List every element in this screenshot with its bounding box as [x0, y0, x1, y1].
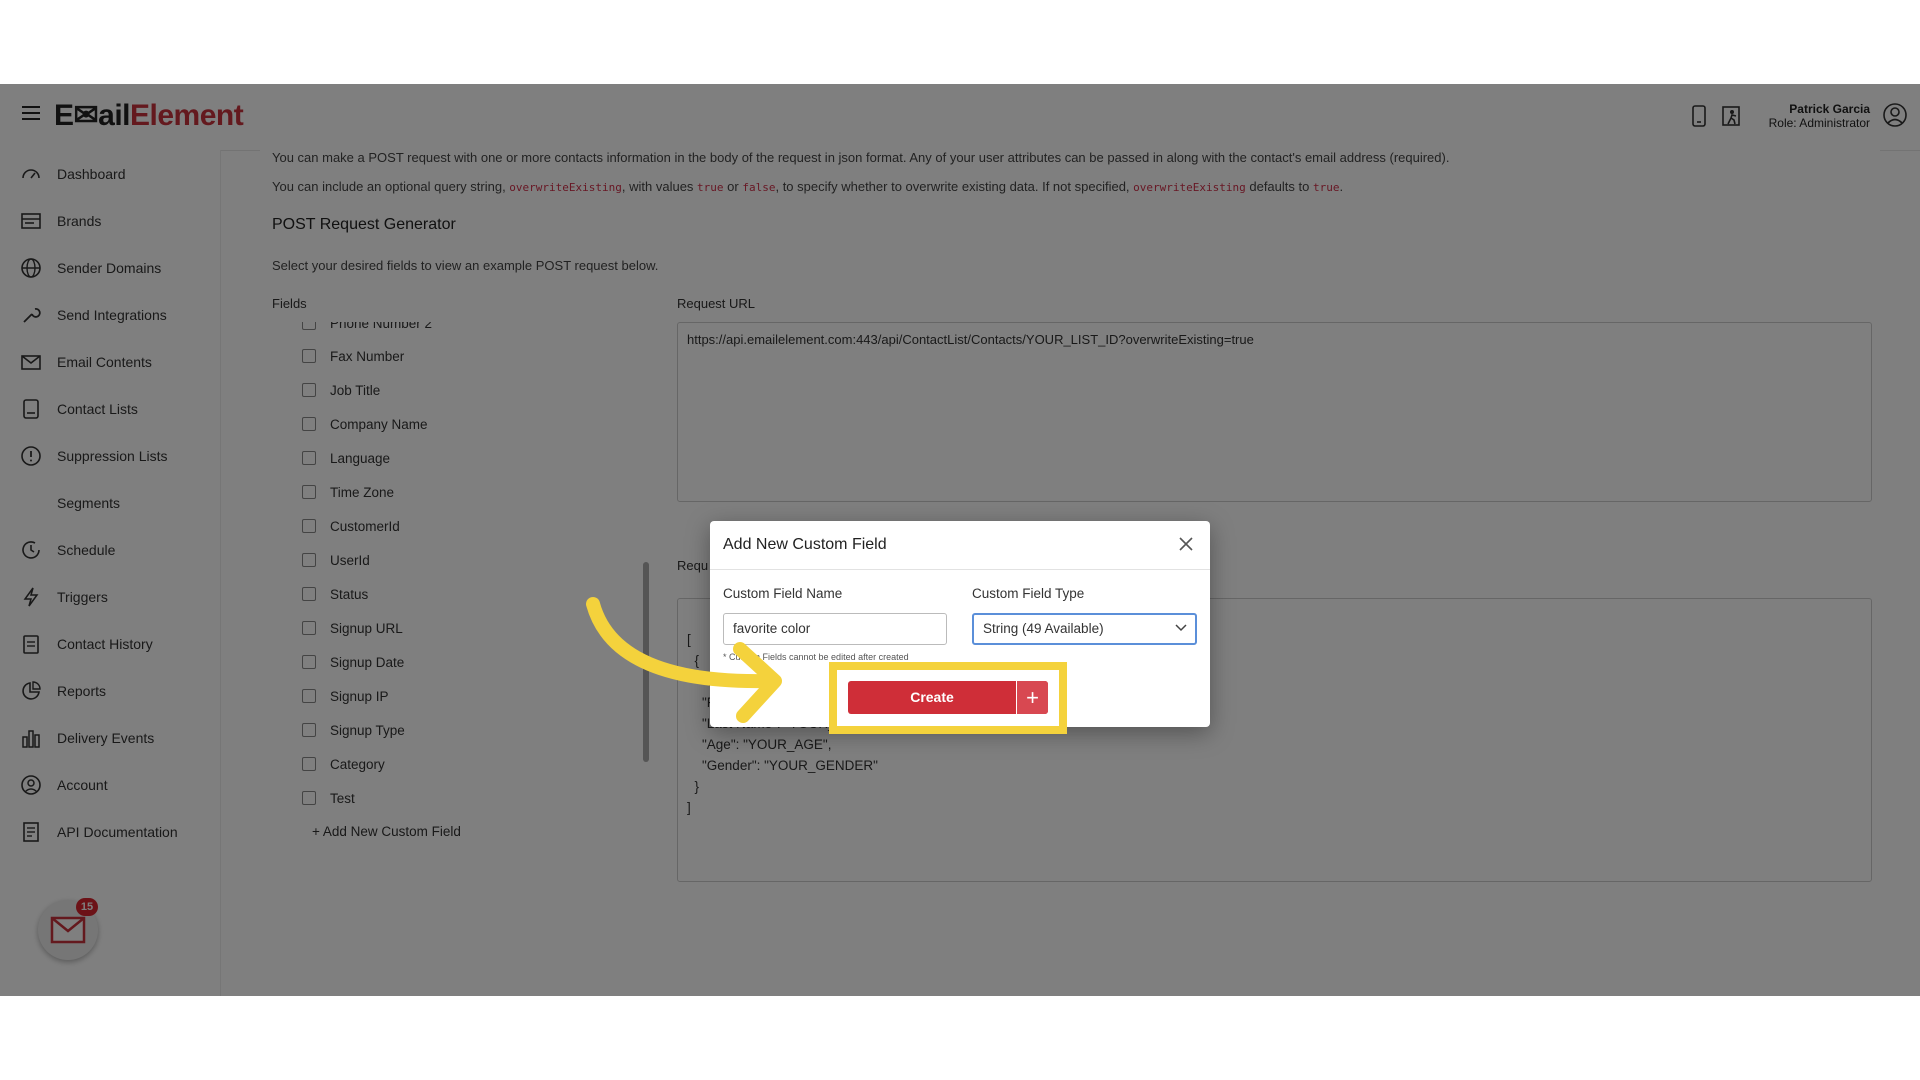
modal-title: Add New Custom Field	[723, 536, 887, 553]
create-button-label: Create	[910, 689, 954, 705]
selected-type: String (49 Available)	[983, 621, 1104, 636]
close-icon[interactable]	[1178, 536, 1194, 552]
app-window: E✉ailElement Patrick Garcia Role: Admini…	[0, 84, 1920, 996]
plus-icon: +	[1016, 681, 1048, 714]
custom-field-type-select[interactable]: String (49 Available)	[972, 613, 1197, 645]
chevron-down-icon	[1175, 624, 1187, 632]
custom-field-type-label: Custom Field Type	[972, 586, 1085, 601]
modal-header: Add New Custom Field	[710, 521, 1210, 570]
yellow-arrow-icon	[586, 597, 782, 723]
create-button[interactable]: Create +	[848, 681, 1048, 714]
